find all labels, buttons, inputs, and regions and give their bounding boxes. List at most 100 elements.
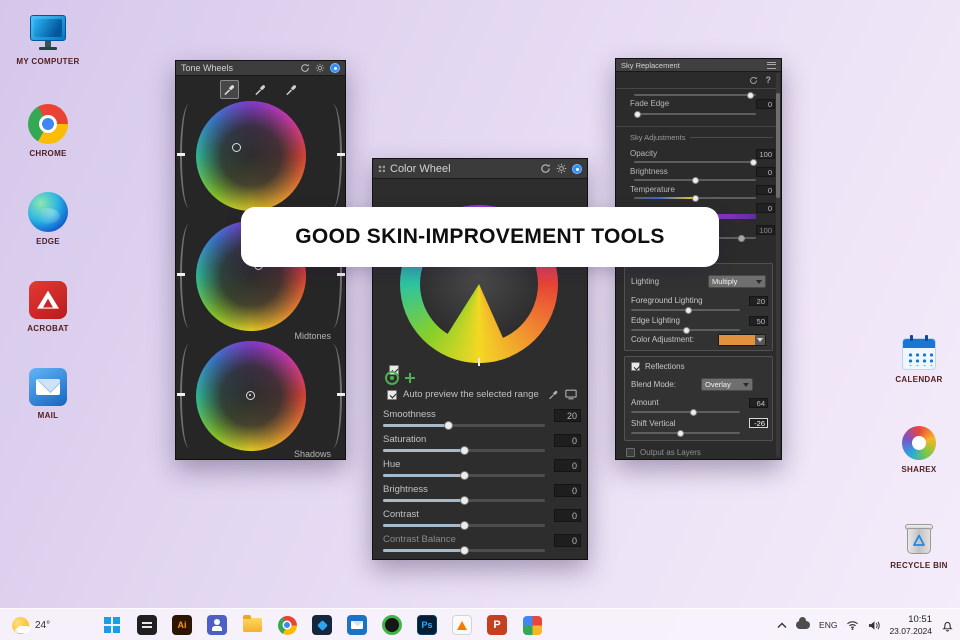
fade-edge-value[interactable]: 0 (756, 99, 775, 109)
desktop-icon-mail[interactable]: MAIL (9, 368, 87, 420)
clock[interactable]: 10:51 23.07.2024 (889, 614, 932, 636)
slider-value[interactable]: 0 (554, 459, 581, 472)
amount-slider[interactable] (631, 408, 740, 416)
volume-icon[interactable] (868, 620, 881, 631)
amount-value[interactable]: 64 (749, 398, 768, 408)
desktop-icon-edge[interactable]: EDGE (9, 192, 87, 246)
taskbar-app-illustrator[interactable]: Ai (170, 613, 194, 637)
slider-knob[interactable] (684, 306, 692, 314)
brightness-value[interactable]: 0 (756, 167, 775, 177)
temperature-slider[interactable] (634, 194, 756, 202)
slider-knob[interactable] (634, 110, 641, 118)
fade-edge-slider[interactable] (634, 110, 756, 118)
slider-knob[interactable] (460, 496, 469, 505)
refresh-icon[interactable] (300, 63, 310, 73)
tone-wheel-indicator[interactable] (246, 391, 255, 400)
cloud-icon[interactable] (796, 617, 811, 629)
brightness-slider[interactable] (634, 176, 756, 184)
auto-preview-checkbox[interactable] (387, 389, 397, 400)
gear-icon[interactable] (315, 63, 325, 73)
taskbar-app-outlook[interactable] (345, 613, 369, 637)
sky-titlebar[interactable]: Sky Replacement (616, 59, 781, 72)
preview-display-icon[interactable] (565, 389, 577, 400)
taskbar-app-powerpoint[interactable]: P (485, 613, 509, 637)
opacity-value[interactable]: 100 (756, 149, 775, 159)
color-target-icon[interactable] (385, 371, 399, 385)
slider-knob[interactable] (443, 421, 453, 430)
foreground-lighting-slider[interactable] (631, 306, 740, 314)
slider-knob[interactable] (738, 234, 746, 242)
desktop-icon-calendar[interactable]: CALENDAR (880, 335, 958, 384)
wheel-notch[interactable] (478, 358, 480, 366)
slider-track[interactable] (634, 91, 756, 99)
eyedropper-shadows-icon[interactable] (220, 80, 239, 99)
scrollbar[interactable] (776, 73, 780, 457)
taskbar-app-photos[interactable] (520, 613, 544, 637)
weather-widget[interactable]: 24° (6, 609, 56, 640)
eyedropper-icon[interactable] (548, 389, 559, 400)
reflections-checkbox[interactable] (631, 362, 640, 371)
eyedropper-highlights-icon[interactable] (282, 80, 301, 99)
chevron-up-icon[interactable] (777, 622, 787, 629)
lighting-blend-dropdown[interactable]: Multiply (708, 275, 766, 288)
add-range-icon[interactable] (405, 373, 415, 383)
opacity-slider[interactable] (634, 158, 757, 166)
slider-value[interactable]: 0 (554, 534, 581, 547)
slider-knob[interactable] (677, 429, 685, 437)
taskbar-app-dark[interactable] (135, 613, 159, 637)
desktop-icon-recycle-bin[interactable]: RECYCLE BIN (880, 522, 958, 570)
slider-track[interactable] (383, 546, 545, 555)
eyedropper-midtones-icon[interactable] (251, 80, 270, 99)
refresh-icon[interactable] (540, 163, 551, 174)
edge-lighting-value[interactable]: 50 (749, 316, 768, 326)
gear-icon[interactable] (556, 163, 567, 174)
slider-knob[interactable] (692, 194, 699, 202)
taskbar-app-on1[interactable] (380, 613, 404, 637)
panel-menu-icon[interactable] (767, 61, 776, 69)
drag-handle-icon[interactable] (378, 165, 385, 172)
blend-mode-dropdown[interactable]: Overlay (701, 378, 753, 391)
taskbar-app-code[interactable] (310, 613, 334, 637)
help-icon[interactable]: ? (766, 75, 772, 85)
slider-value[interactable]: 0 (554, 509, 581, 522)
taskbar-app-file-explorer[interactable] (240, 613, 264, 637)
refresh-icon[interactable] (749, 76, 758, 85)
slider-knob[interactable] (460, 446, 469, 455)
taskbar-app-chrome[interactable] (275, 613, 299, 637)
slider-knob[interactable] (460, 521, 469, 530)
panel-enable-toggle[interactable] (330, 63, 340, 73)
taskbar-app-teams[interactable] (205, 613, 229, 637)
slider-value[interactable]: 0 (554, 434, 581, 447)
slider-knob[interactable] (682, 326, 690, 334)
edge-lighting-slider[interactable] (631, 326, 740, 334)
tone-arc-right[interactable] (324, 344, 345, 448)
slider-knob[interactable] (690, 408, 698, 416)
slider-track[interactable] (383, 446, 545, 455)
color-adjustment-swatch[interactable] (718, 334, 766, 346)
slider-knob[interactable] (692, 176, 699, 184)
tone-wheels-titlebar[interactable]: Tone Wheels (176, 61, 345, 76)
tone-wheel-indicator[interactable] (232, 143, 241, 152)
slider-value[interactable]: 20 (554, 409, 581, 422)
slider-track[interactable] (383, 471, 545, 480)
slider-track[interactable] (383, 496, 545, 505)
temperature-value[interactable]: 0 (756, 185, 775, 195)
desktop-icon-chrome[interactable]: CHROME (9, 104, 87, 158)
slider-knob[interactable] (460, 546, 469, 555)
tone-wheel-shadows[interactable] (196, 341, 306, 451)
start-button[interactable] (100, 613, 124, 637)
shift-vertical-slider[interactable] (631, 429, 740, 437)
taskbar-app-photoshop[interactable]: Ps (415, 613, 439, 637)
foreground-lighting-value[interactable]: 20 (749, 296, 768, 306)
desktop-icon-my-computer[interactable]: MY COMPUTER (9, 14, 87, 66)
extra-slider-value[interactable]: 100 (756, 225, 775, 235)
taskbar-app-vlc[interactable] (450, 613, 474, 637)
slider-track[interactable] (383, 421, 545, 430)
slider-knob[interactable] (750, 158, 757, 166)
wifi-icon[interactable] (846, 620, 859, 630)
language-indicator[interactable]: ENG (819, 620, 837, 630)
slider-knob[interactable] (460, 471, 469, 480)
slider-track[interactable] (383, 521, 545, 530)
slider-value[interactable]: 0 (554, 484, 581, 497)
desktop-icon-acrobat[interactable]: ACROBAT (9, 281, 87, 333)
